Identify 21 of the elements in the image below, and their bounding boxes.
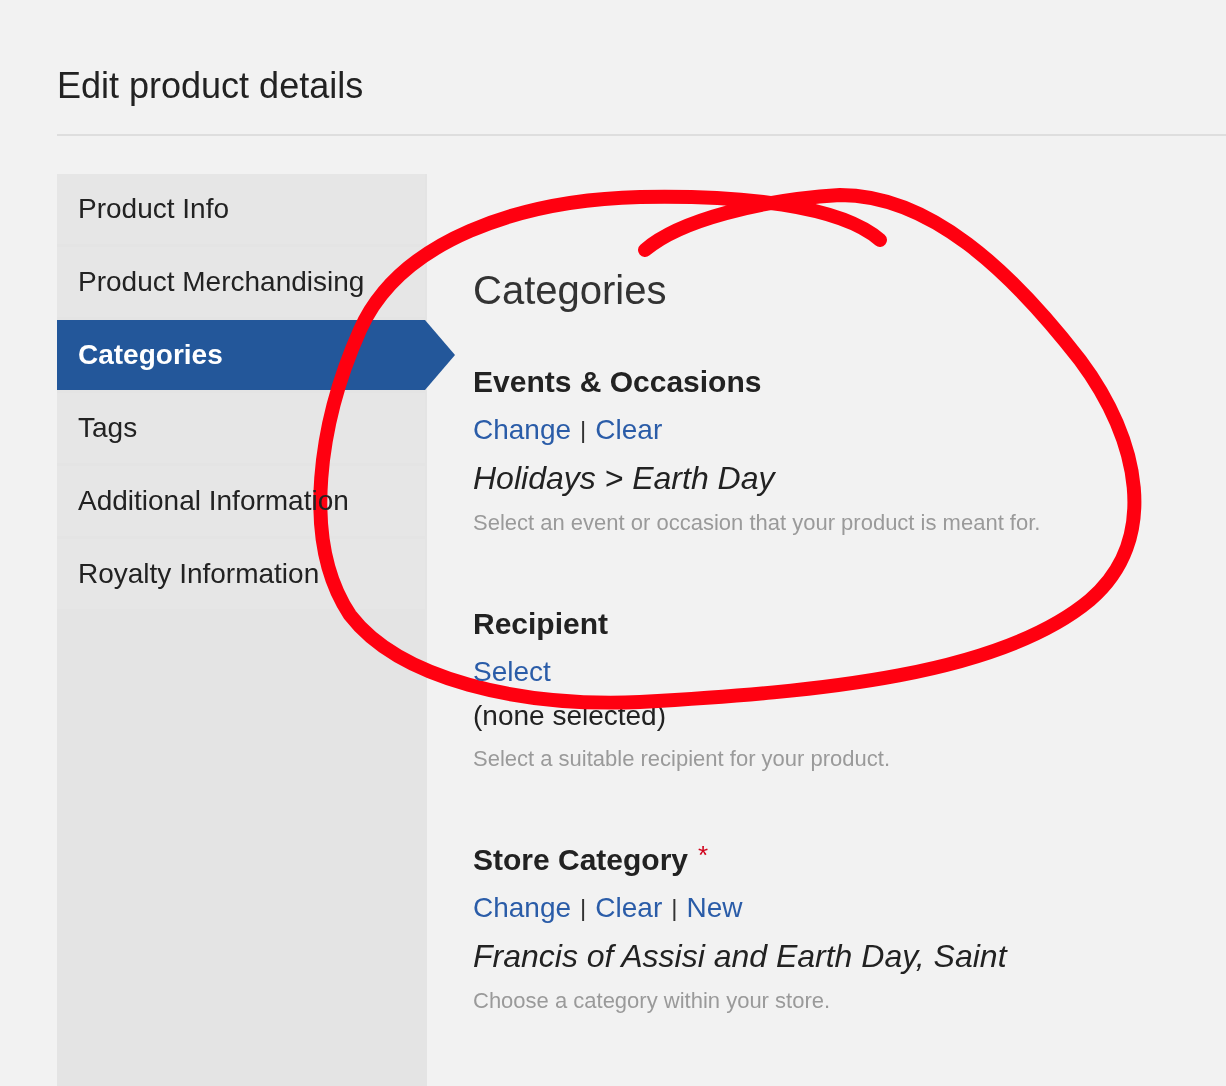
action-link[interactable]: Clear — [595, 409, 663, 451]
action-link[interactable]: New — [686, 887, 743, 929]
section-heading: Categories — [473, 267, 667, 314]
help-text: Select a suitable recipient for your product. — [473, 745, 890, 773]
help-text: Select an event or occasion that your product is meant for. — [473, 509, 1041, 537]
action-link[interactable]: Change — [473, 409, 572, 451]
help-text: Choose a category within your store. — [473, 987, 831, 1015]
field-label: Store Category — [473, 842, 689, 878]
selected-value: Francis of Assisi and Earth Day, Saint — [473, 937, 1007, 976]
selected-value: (none selected) — [473, 699, 666, 733]
required-mark: * — [698, 840, 709, 870]
action-link[interactable]: Select — [473, 651, 551, 693]
selected-value: Holidays > Earth Day — [473, 459, 775, 498]
field-label: Recipient — [473, 606, 609, 642]
separator: | — [580, 893, 587, 923]
separator: | — [671, 893, 678, 923]
separator: | — [580, 415, 587, 445]
action-link[interactable]: Change — [473, 887, 572, 929]
page-title: Edit product details — [57, 64, 365, 108]
field-label: Events & Occasions — [473, 364, 762, 400]
action-link[interactable]: Clear — [595, 887, 663, 929]
